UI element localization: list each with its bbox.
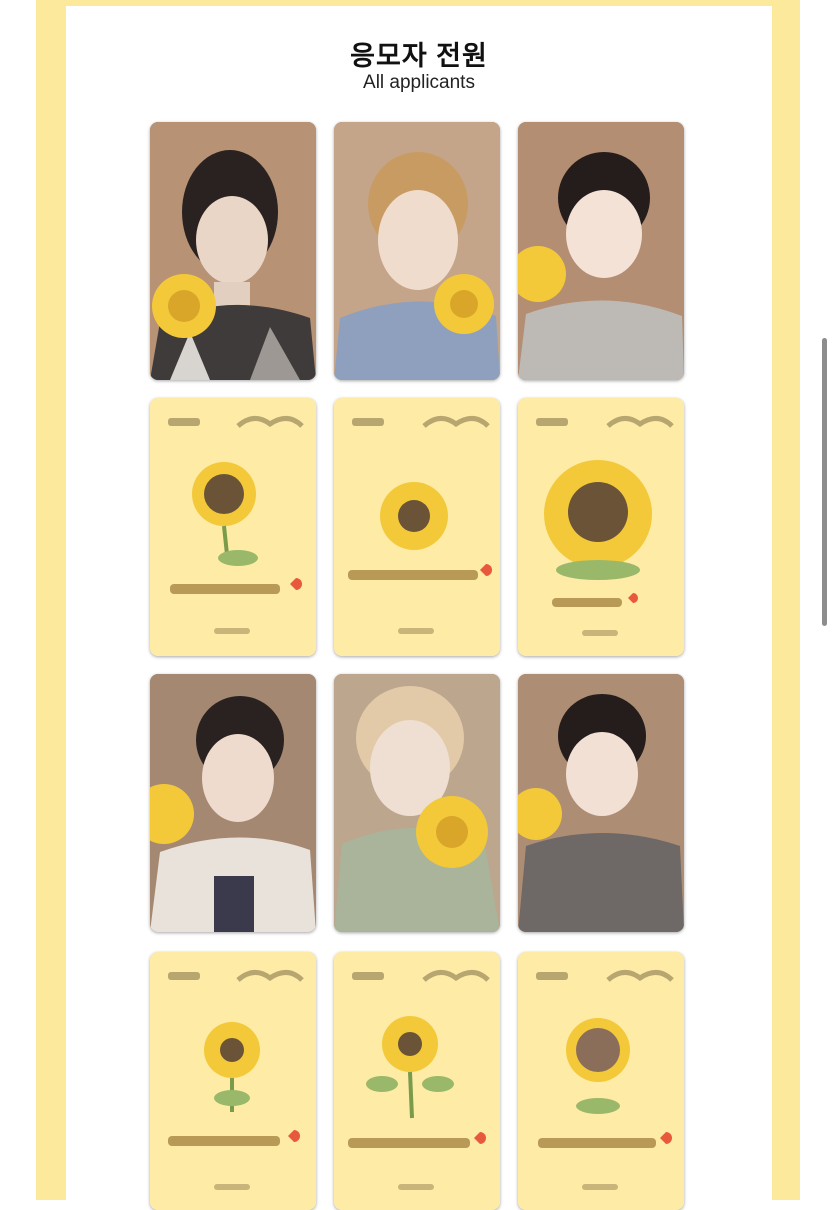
photocard-photo-image <box>150 122 316 380</box>
photocard-photo <box>334 122 500 380</box>
photocard-back <box>150 398 316 656</box>
photocard-back-design <box>518 398 684 656</box>
page-subtitle: All applicants <box>363 72 475 93</box>
photocard-photo-image <box>334 122 500 380</box>
photocard-back-design <box>334 398 500 656</box>
photocard-back <box>518 952 684 1210</box>
photocard-back <box>334 952 500 1210</box>
photocard-photo-image <box>518 674 684 932</box>
photocard-back-design <box>518 952 684 1210</box>
photocard-back <box>150 952 316 1210</box>
photocard-back-design <box>150 398 316 656</box>
scrollbar-thumb[interactable] <box>822 338 827 626</box>
photocard-photo <box>334 674 500 932</box>
photocard-back <box>334 398 500 656</box>
photocard-photo-image <box>334 674 500 932</box>
photocard-photo <box>518 674 684 932</box>
photocard-photo <box>150 122 316 380</box>
photocard-photo <box>518 122 684 380</box>
photocard-photo-image <box>518 122 684 380</box>
photocard-back-design <box>150 952 316 1210</box>
page: 응모자 전원 All applicants <box>0 0 834 1210</box>
photocard-back <box>518 398 684 656</box>
photocard-photo <box>150 674 316 932</box>
photocard-back-design <box>334 952 500 1210</box>
content-panel: 응모자 전원 All applicants <box>66 6 772 1210</box>
photocard-photo-image <box>150 674 316 932</box>
page-title: 응모자 전원 <box>350 41 488 71</box>
